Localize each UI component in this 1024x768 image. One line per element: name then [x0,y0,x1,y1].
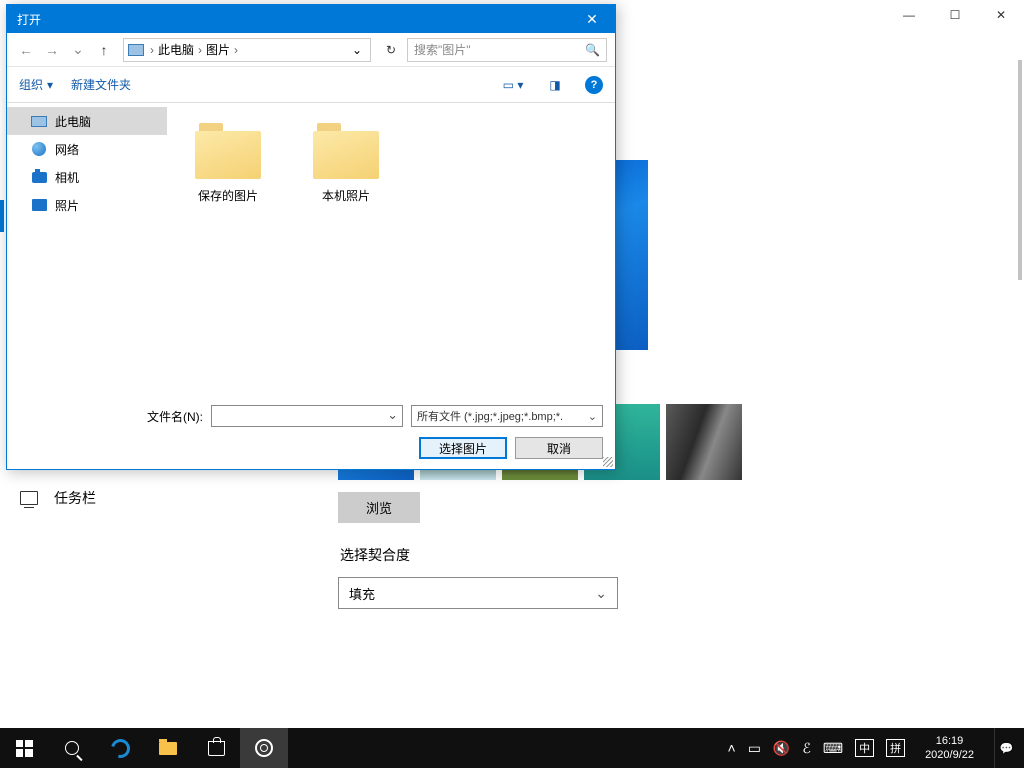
preview-pane-button[interactable]: ◨ [543,75,567,95]
filetype-dropdown[interactable]: 所有文件 (*.jpg;*.jpeg;*.bmp;*. ⌄ [411,405,603,427]
recent-dropdown[interactable]: ⌄ [67,39,89,61]
refresh-button[interactable]: ↻ [379,38,403,62]
taskbar-search[interactable] [48,728,96,768]
chevron-down-icon: ⌄ [595,585,607,602]
start-button[interactable] [0,728,48,768]
taskbar: ˄ ▭ 🔇 ℰ ⌨ 中 拼 16:19 2020/9/22 💬 [0,728,1024,768]
nav-indicator [0,200,4,232]
folder-icon [159,742,177,755]
tray-ime-mode[interactable]: 拼 [886,739,905,757]
pc-icon [31,114,47,128]
wallpaper-thumb-5[interactable] [666,404,742,480]
maximize-button[interactable]: ☐ [932,0,978,30]
tray-keyboard-icon[interactable]: ⌨ [823,740,843,757]
tray-network-icon[interactable]: ▭ [748,740,761,757]
taskbar-clock[interactable]: 16:19 2020/9/22 [917,734,982,763]
forward-button[interactable]: → [41,39,63,61]
system-tray: ˄ ▭ 🔇 ℰ ⌨ 中 拼 16:19 2020/9/22 💬 [728,728,1024,768]
tree-node-network[interactable]: 网络 [7,135,167,163]
search-input[interactable]: 搜索"图片" 🔍 [407,38,607,62]
folder-icon [195,123,261,179]
breadcrumb[interactable]: › 此电脑 › 图片 › ⌄ [123,38,371,62]
view-mode-button[interactable]: ▭ ▾ [501,75,525,95]
nav-tree: 此电脑 网络 相机 照片 [7,103,167,397]
browse-button[interactable]: 浏览 [338,492,420,523]
organize-menu[interactable]: 组织 ▾ [19,76,53,93]
crumb-thispc[interactable]: 此电脑 [158,41,194,58]
chevron-right-icon: › [148,43,156,57]
taskbar-settings[interactable] [240,728,288,768]
taskbar-edge[interactable] [96,728,144,768]
nav-item-taskbar[interactable]: 任务栏 [0,478,320,518]
tree-node-camera[interactable]: 相机 [7,163,167,191]
resize-grip[interactable] [603,457,613,467]
filename-label: 文件名(N): [147,408,203,425]
scrollbar[interactable] [1018,60,1022,280]
chevron-right-icon: › [196,43,204,57]
search-icon: 🔍 [585,43,600,57]
folder-icon [313,123,379,179]
tray-overflow[interactable]: ˄ [728,740,736,756]
help-button[interactable]: ? [585,76,603,94]
tree-node-photos[interactable]: 照片 [7,191,167,219]
fit-value: 填充 [349,584,375,603]
network-icon [31,142,47,156]
crumb-pictures[interactable]: 图片 [206,41,230,58]
fit-dropdown[interactable]: 填充 ⌄ [338,577,618,609]
folder-camera-roll[interactable]: 本机照片 [301,123,391,204]
folder-label: 本机照片 [322,187,370,204]
chevron-right-icon: › [232,43,240,57]
tray-volume-icon[interactable]: 🔇 [773,740,790,757]
camera-icon [31,170,47,184]
photos-icon [31,198,47,212]
dialog-close-button[interactable]: ✕ [569,5,615,33]
clock-time: 16:19 [925,734,974,748]
taskbar-explorer[interactable] [144,728,192,768]
tray-accessibility-icon[interactable]: ℰ [802,740,810,757]
tree-node-thispc[interactable]: 此电脑 [7,107,167,135]
folder-saved-pictures[interactable]: 保存的图片 [183,123,273,204]
edge-icon [107,735,133,761]
store-icon [208,741,225,756]
up-button[interactable]: ↑ [93,39,115,61]
crumb-dropdown[interactable]: ⌄ [348,42,366,58]
pc-icon [128,44,144,56]
chevron-down-icon: ⌄ [588,410,597,423]
tray-ime-lang[interactable]: 中 [855,739,874,757]
taskbar-icon [20,491,38,505]
dialog-title: 打开 [17,11,41,28]
select-image-button[interactable]: 选择图片 [419,437,507,459]
dialog-footer: 文件名(N): 所有文件 (*.jpg;*.jpeg;*.bmp;*. ⌄ 选择… [7,397,615,469]
file-grid[interactable]: 保存的图片 本机照片 [167,103,615,397]
chevron-down-icon: ▾ [47,78,53,92]
search-placeholder: 搜索"图片" [414,41,471,58]
select-fit-label: 选择契合度 [340,545,1004,565]
cancel-button[interactable]: 取消 [515,437,603,459]
minimize-button[interactable]: — [886,0,932,30]
file-open-dialog: 打开 ✕ ← → ⌄ ↑ › 此电脑 › 图片 › ⌄ ↻ 搜索"图片" 🔍 组… [6,4,616,470]
notification-center[interactable]: 💬 [994,728,1018,768]
clock-date: 2020/9/22 [925,748,974,762]
new-folder-button[interactable]: 新建文件夹 [71,76,131,93]
back-button[interactable]: ← [15,39,37,61]
gear-icon [255,739,273,757]
dialog-titlebar: 打开 ✕ [7,5,615,33]
dialog-toolbar: 组织 ▾ 新建文件夹 ▭ ▾ ◨ ? [7,67,615,103]
taskbar-store[interactable] [192,728,240,768]
folder-label: 保存的图片 [198,187,258,204]
close-button[interactable]: ✕ [978,0,1024,30]
nav-label: 任务栏 [54,488,96,508]
dialog-navbar: ← → ⌄ ↑ › 此电脑 › 图片 › ⌄ ↻ 搜索"图片" 🔍 [7,33,615,67]
search-icon [65,741,79,755]
filename-input[interactable] [211,405,403,427]
